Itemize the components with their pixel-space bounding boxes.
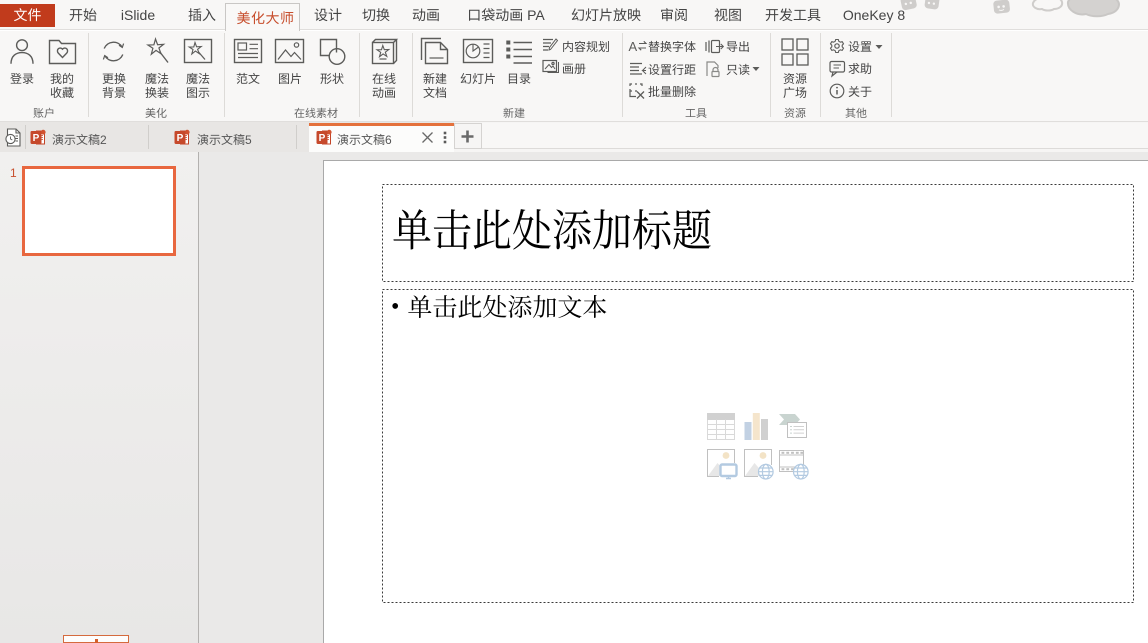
svg-text:A: A	[629, 39, 638, 54]
svg-text:P: P	[319, 133, 326, 144]
svg-text:P: P	[177, 133, 184, 144]
svg-text:P: P	[33, 133, 40, 144]
